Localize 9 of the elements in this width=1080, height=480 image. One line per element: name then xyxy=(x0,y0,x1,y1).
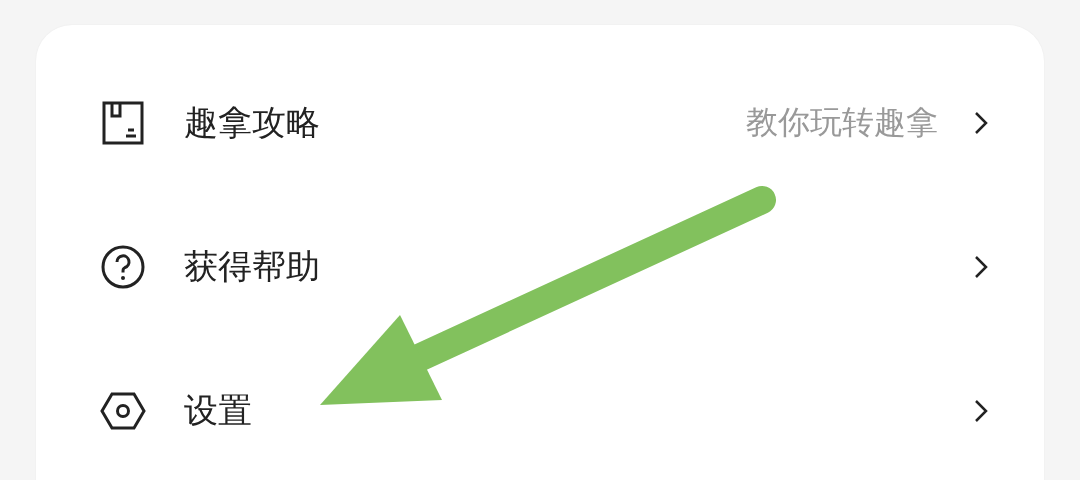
help-icon xyxy=(100,244,146,290)
menu-item-label[interactable]: 获得帮助 xyxy=(184,244,974,290)
chevron-icon[interactable] xyxy=(974,111,988,135)
chevron-icon[interactable] xyxy=(974,399,988,423)
chevron-icon[interactable] xyxy=(974,255,988,279)
guide-book-icon xyxy=(100,100,146,146)
menu-item-hint: 教你玩转趣拿 xyxy=(746,102,938,143)
menu-item-label[interactable]: 设置 xyxy=(184,388,974,434)
menu-item-label[interactable]: 趣拿攻略 xyxy=(184,100,746,146)
